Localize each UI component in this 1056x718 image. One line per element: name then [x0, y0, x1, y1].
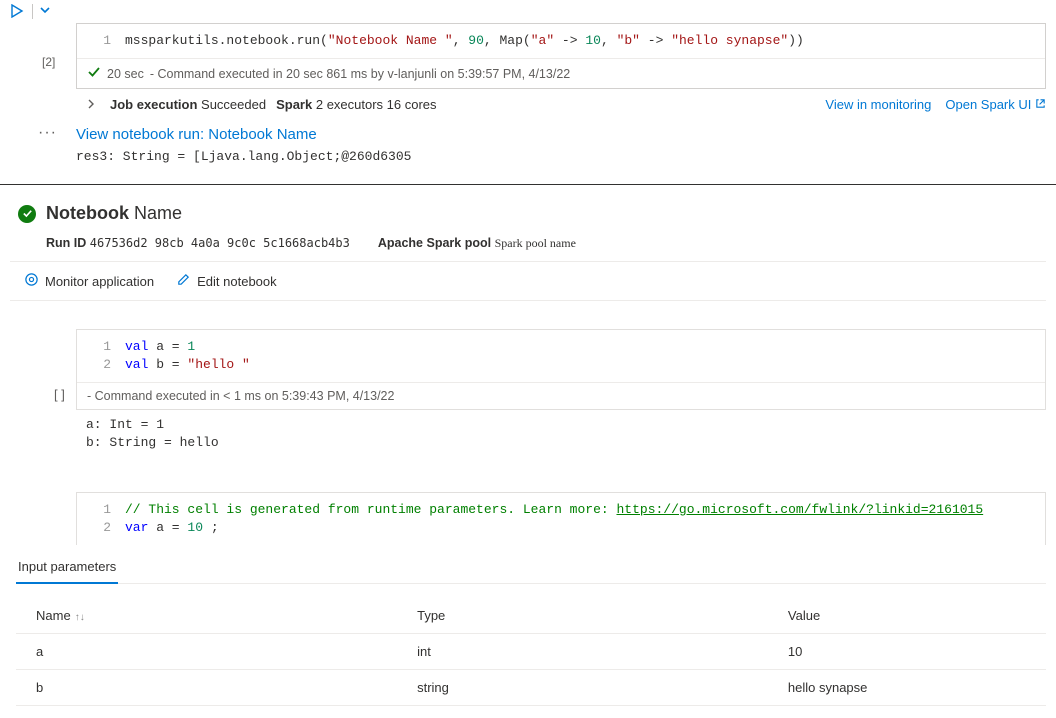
success-icon — [18, 205, 36, 223]
table-cell: b — [16, 670, 397, 706]
execution-count: [ ] — [54, 387, 65, 402]
code-cell: 12 val a = 1 val b = "hello " - Command … — [76, 329, 1046, 410]
edit-icon — [176, 272, 191, 290]
table-cell: string — [397, 670, 768, 706]
table-cell: a — [16, 634, 397, 670]
code-content[interactable]: val a = 1 val b = "hello " — [125, 338, 1045, 374]
section-divider — [0, 184, 1056, 185]
edit-notebook-button[interactable]: Edit notebook — [176, 272, 277, 290]
expand-cell-button[interactable] — [32, 4, 51, 19]
output-result: res3: String = [Ljava.lang.Object;@260d6… — [76, 146, 1046, 168]
external-link-icon — [1035, 100, 1046, 112]
view-monitoring-link[interactable]: View in monitoring — [825, 97, 931, 112]
table-cell: hello synapse — [768, 670, 1046, 706]
job-execution-row: Job execution Succeeded Spark 2 executor… — [0, 89, 1056, 120]
cell-output: a: Int = 1 b: String = hello — [0, 410, 1056, 452]
code-content[interactable]: mssparkutils.notebook.run("Notebook Name… — [125, 32, 1045, 50]
spark-pool: Apache Spark pool Spark pool name — [378, 236, 576, 251]
tab-input-parameters[interactable]: Input parameters — [16, 559, 118, 584]
code-cell: 1 mssparkutils.notebook.run("Notebook Na… — [76, 23, 1046, 89]
status-time: 20 sec — [107, 67, 144, 81]
table-row: aint10 — [16, 634, 1046, 670]
sort-icon: ↑↓ — [75, 612, 85, 623]
status-text: - Command executed in < 1 ms on 5:39:43 … — [87, 389, 394, 403]
parameters-table: Name↑↓ Type Value aint10bstringhello syn… — [16, 598, 1046, 706]
open-spark-ui-link[interactable]: Open Spark UI — [945, 97, 1046, 112]
line-gutter: 12 — [77, 338, 125, 374]
monitor-icon — [24, 272, 39, 290]
execution-count: [2] — [42, 55, 55, 69]
status-text: - Command executed in 20 sec 861 ms by v… — [150, 67, 570, 81]
monitor-application-button[interactable]: Monitor application — [24, 272, 154, 290]
column-header-name[interactable]: Name↑↓ — [16, 598, 397, 634]
chevron-right-icon[interactable] — [86, 97, 96, 112]
checkmark-icon — [87, 65, 101, 82]
more-menu-icon[interactable]: ··· — [38, 124, 57, 142]
table-cell: int — [397, 634, 768, 670]
learn-more-link[interactable]: https://go.microsoft.com/fwlink/?linkid=… — [616, 502, 983, 517]
column-header-value[interactable]: Value — [768, 598, 1046, 634]
notebook-title: Notebook Name — [46, 203, 182, 224]
view-notebook-run-link[interactable]: View notebook run: Notebook Name — [76, 126, 317, 143]
code-content[interactable]: // This cell is generated from runtime p… — [125, 501, 1045, 537]
table-cell: 10 — [768, 634, 1046, 670]
table-row: bstringhello synapse — [16, 670, 1046, 706]
run-id: Run ID 467536d2 98cb 4a0a 9c0c 5c1668acb… — [46, 236, 350, 250]
code-cell: 12 // This cell is generated from runtim… — [76, 492, 1046, 545]
cell-status: 20 sec - Command executed in 20 sec 861 … — [77, 58, 1045, 88]
column-header-type[interactable]: Type — [397, 598, 768, 634]
line-gutter: 1 — [77, 32, 125, 50]
line-gutter: 12 — [77, 501, 125, 537]
run-cell-button[interactable] — [10, 4, 24, 21]
